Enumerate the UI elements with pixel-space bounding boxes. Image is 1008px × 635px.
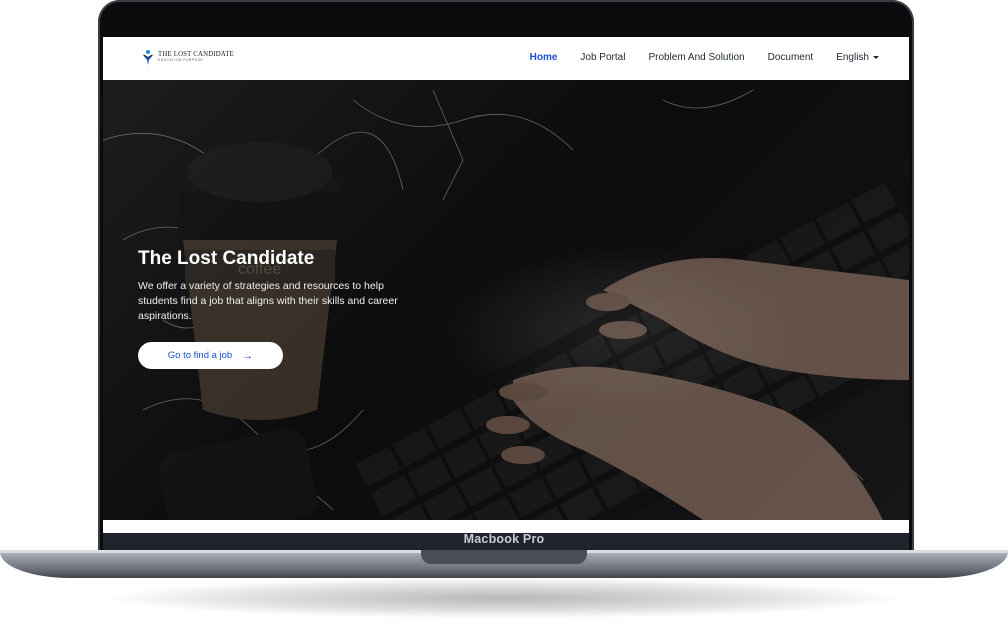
browser-screen: THE LOST CANDIDATE EDUCATION PURPOSE Hom… <box>103 37 909 533</box>
nav-item-problem-and-solution[interactable]: Problem And Solution <box>648 52 744 63</box>
nav-menu: Home Job Portal Problem And Solution Doc… <box>507 52 879 63</box>
language-label: English <box>836 52 869 63</box>
site-navbar: THE LOST CANDIDATE EDUCATION PURPOSE Hom… <box>103 37 909 80</box>
nav-item-document[interactable]: Document <box>768 52 814 63</box>
device-label: Macbook Pro <box>463 532 545 546</box>
logo-subtitle: EDUCATION PURPOSE <box>158 58 204 63</box>
nav-item-job-portal[interactable]: Job Portal <box>580 52 625 63</box>
nav-item-home[interactable]: Home <box>530 52 558 63</box>
find-job-button-label: Go to find a job <box>167 350 233 361</box>
logo-title: THE LOST CANDIDATE <box>158 50 234 58</box>
caret-down-icon <box>873 56 879 59</box>
hero-section: coffee The Lost Candidate We offer a var… <box>103 80 909 520</box>
laptop-notch <box>421 550 587 564</box>
find-job-button[interactable]: Go to find a job → <box>138 342 283 369</box>
logo-figure-icon <box>142 50 154 65</box>
site-logo[interactable]: THE LOST CANDIDATE EDUCATION PURPOSE <box>141 49 234 65</box>
hero-description: We offer a variety of strategies and res… <box>138 280 398 322</box>
laptop-shadow <box>110 578 898 618</box>
arrow-right-icon: → <box>242 349 254 362</box>
hero-title: The Lost Candidate <box>138 248 315 269</box>
language-dropdown[interactable]: English <box>836 52 879 63</box>
